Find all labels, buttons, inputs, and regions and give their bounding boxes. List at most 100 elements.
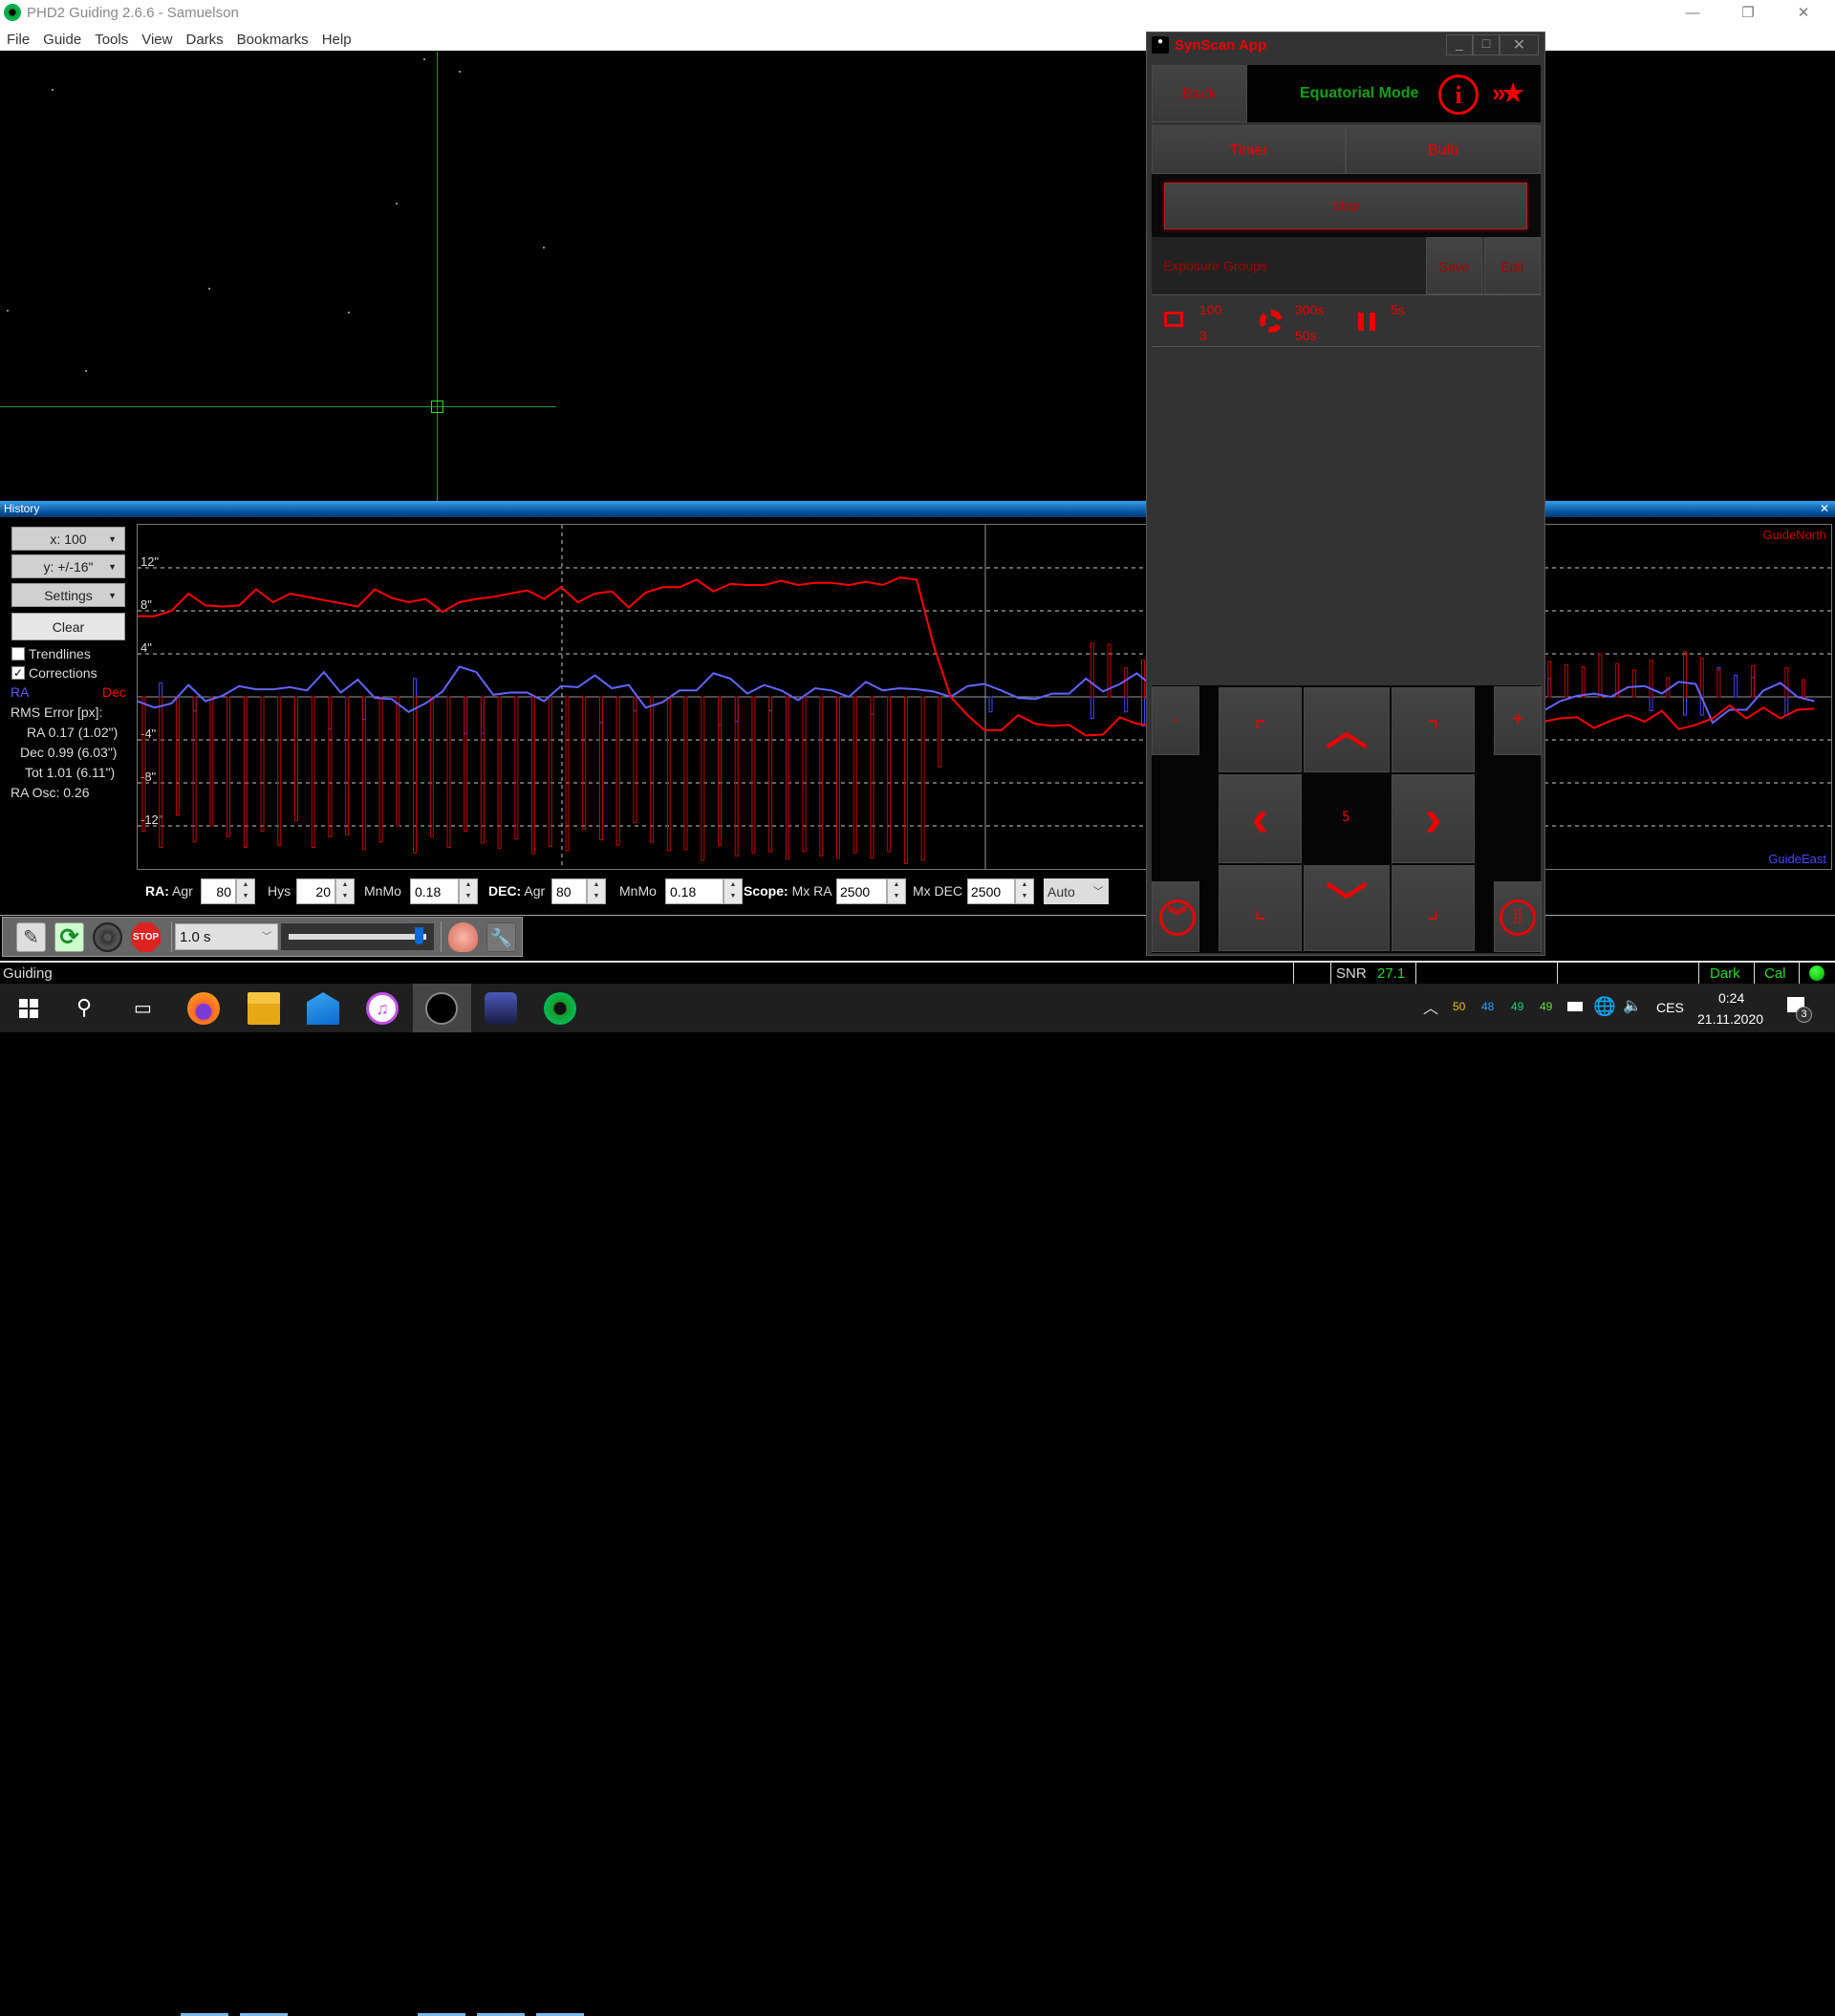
correction-bar-dec — [683, 696, 688, 851]
move-down-button[interactable]: ﹀ — [1304, 865, 1390, 951]
ra-hysteresis-spinner[interactable]: ▲ ▼ — [335, 878, 355, 904]
menu-view[interactable]: View — [135, 26, 179, 51]
corrections-checkbox[interactable]: ✓ — [11, 666, 25, 680]
move-northeast-button[interactable]: ⌝ — [1392, 687, 1475, 772]
minimize-button[interactable]: — — [1671, 0, 1715, 26]
file-explorer-icon[interactable] — [248, 992, 280, 1025]
timer-tab[interactable]: Timer — [1152, 125, 1346, 174]
max-ra-spinner[interactable]: ▲ ▼ — [887, 878, 906, 904]
dec-minmove-input[interactable]: 0.18 — [665, 878, 723, 904]
stellarium-icon[interactable] — [485, 992, 517, 1025]
chevron-down-icon: ﹀ — [1326, 880, 1368, 927]
menu-help[interactable]: Help — [315, 26, 358, 51]
brain-icon[interactable] — [448, 922, 478, 952]
restore-button[interactable]: ❐ — [1726, 0, 1770, 26]
menu-darks[interactable]: Darks — [179, 26, 229, 51]
rate-decrease-button[interactable]: - — [1152, 686, 1199, 755]
settings-select[interactable]: Settings ▼ — [11, 583, 125, 607]
move-right-button[interactable]: › — [1392, 774, 1475, 863]
max-dec-spinner[interactable]: ▲ ▼ — [1015, 878, 1034, 904]
camera-settings-icon[interactable]: 🔧 — [486, 922, 516, 952]
move-left-button[interactable]: ‹ — [1219, 774, 1302, 863]
task-view-icon[interactable]: ▭ — [134, 996, 152, 1020]
camera-image[interactable] — [0, 52, 1835, 501]
start-windows-icon[interactable] — [19, 999, 38, 1018]
rate-increase-button[interactable]: + — [1494, 686, 1542, 755]
stop-button[interactable]: Stop — [1164, 183, 1527, 229]
menu-grid-button[interactable]: ⣿ — [1494, 881, 1542, 952]
favorites-star-icon[interactable]: »★ — [1492, 78, 1524, 108]
synscan-app-icon: ● — [1152, 36, 1169, 54]
dropdown-arrow-icon: ▼ — [108, 534, 117, 544]
bulb-tab[interactable]: Bulb — [1346, 125, 1541, 174]
tray-value[interactable]: 50 — [1453, 1000, 1465, 1013]
info-icon[interactable]: i — [1438, 75, 1479, 115]
dec-mode-select[interactable]: Auto ﹀ — [1044, 878, 1109, 904]
dec-minmove-spinner[interactable]: ▲ ▼ — [723, 878, 743, 904]
battery-icon[interactable] — [1567, 1002, 1583, 1011]
menu-tools[interactable]: Tools — [88, 26, 135, 51]
dec-aggression-spinner[interactable]: ▲ ▼ — [587, 878, 606, 904]
clock-date[interactable]: 21.11.2020 — [1697, 1011, 1763, 1027]
auto-select-star-icon[interactable] — [93, 922, 122, 952]
save-button[interactable]: Save — [1426, 237, 1482, 294]
max-dec-input[interactable]: 2500 — [967, 878, 1015, 904]
correction-bar-dec — [819, 696, 824, 856]
correction-bar-dec — [1784, 667, 1789, 698]
taskbar: ⚲ ▭ ♫ ︿ 50 48 49 49 🌐 🔈 CES 0:24 21.11.2… — [0, 984, 1835, 2016]
history-close-icon[interactable]: ✕ — [1820, 502, 1829, 515]
mail-icon[interactable] — [307, 992, 339, 1025]
move-southwest-button[interactable]: ⌞ — [1219, 865, 1302, 951]
move-up-button[interactable]: ︿ — [1304, 687, 1390, 772]
close-button[interactable]: ✕ — [1781, 0, 1825, 26]
ra-minmove-spinner[interactable]: ▲ ▼ — [459, 878, 478, 904]
tray-value[interactable]: 49 — [1511, 1000, 1523, 1013]
title-bar: PHD2 Guiding 2.6.6 - Samuelson — ❐ ✕ — [0, 0, 1835, 26]
stop-icon[interactable]: STOP — [131, 922, 161, 952]
snr-value: 27.1 — [1377, 965, 1406, 982]
search-icon[interactable]: ⚲ — [76, 995, 92, 1020]
edit-button[interactable]: Edit — [1484, 237, 1541, 294]
collapse-button[interactable]: ︾ — [1152, 881, 1199, 952]
ra-aggression-input[interactable]: 80 — [201, 878, 236, 904]
tray-value[interactable]: 49 — [1540, 1000, 1552, 1013]
tray-value[interactable]: 48 — [1481, 1000, 1494, 1013]
ra-minmove-input[interactable]: 0.18 — [410, 878, 459, 904]
back-button[interactable]: Back — [1152, 65, 1247, 122]
correction-bar-dec — [531, 696, 536, 855]
loop-icon[interactable]: ⟳ — [54, 922, 84, 952]
clock-time[interactable]: 0:24 — [1718, 990, 1744, 1006]
synscan-phd-icon[interactable] — [544, 992, 576, 1025]
firefox-icon[interactable] — [187, 992, 220, 1025]
menu-file[interactable]: File — [0, 26, 36, 51]
max-ra-input[interactable]: 2500 — [836, 878, 887, 904]
network-globe-icon[interactable]: 🌐 — [1593, 995, 1616, 1018]
synscan-maximize-button[interactable]: □ — [1473, 34, 1500, 55]
x-scale-select[interactable]: x: 100 ▼ — [11, 527, 125, 551]
phd2-taskbar-icon[interactable] — [425, 992, 458, 1025]
gamma-slider[interactable] — [281, 923, 434, 950]
dec-aggression-input[interactable]: 80 — [551, 878, 587, 904]
dec-minmove-label: MnMo — [619, 883, 657, 899]
guide-graph[interactable]: 12" 8" 4" -4" -8" -12" GuideNorth GuideEast — [137, 524, 1832, 870]
synscan-close-button[interactable]: ✕ — [1500, 34, 1539, 55]
y-scale-select[interactable]: y: +/-16" ▼ — [11, 554, 125, 578]
synscan-minimize-button[interactable]: _ — [1446, 34, 1473, 55]
move-southeast-button[interactable]: ⌟ — [1392, 865, 1475, 951]
correction-bar-dec — [802, 696, 807, 853]
show-hidden-icons-chevron-icon[interactable]: ︿ — [1423, 995, 1438, 1018]
slider-thumb[interactable] — [414, 927, 423, 944]
correction-bar-dec — [514, 696, 519, 839]
move-northwest-button[interactable]: ⌜ — [1219, 687, 1302, 772]
clear-button[interactable]: Clear — [11, 613, 125, 640]
input-language[interactable]: CES — [1656, 1000, 1684, 1015]
itunes-icon[interactable]: ♫ — [366, 992, 399, 1025]
trendlines-checkbox[interactable] — [11, 647, 25, 661]
speaker-icon[interactable]: 🔈 — [1623, 996, 1642, 1015]
ra-aggression-spinner[interactable]: ▲ ▼ — [236, 878, 255, 904]
connect-equipment-icon[interactable]: ✎ — [16, 922, 46, 952]
exposure-duration-select[interactable]: 1.0 s ﹀ — [175, 923, 278, 950]
menu-bookmarks[interactable]: Bookmarks — [230, 26, 315, 51]
ra-hysteresis-input[interactable]: 20 — [296, 878, 335, 904]
menu-guide[interactable]: Guide — [36, 26, 88, 51]
